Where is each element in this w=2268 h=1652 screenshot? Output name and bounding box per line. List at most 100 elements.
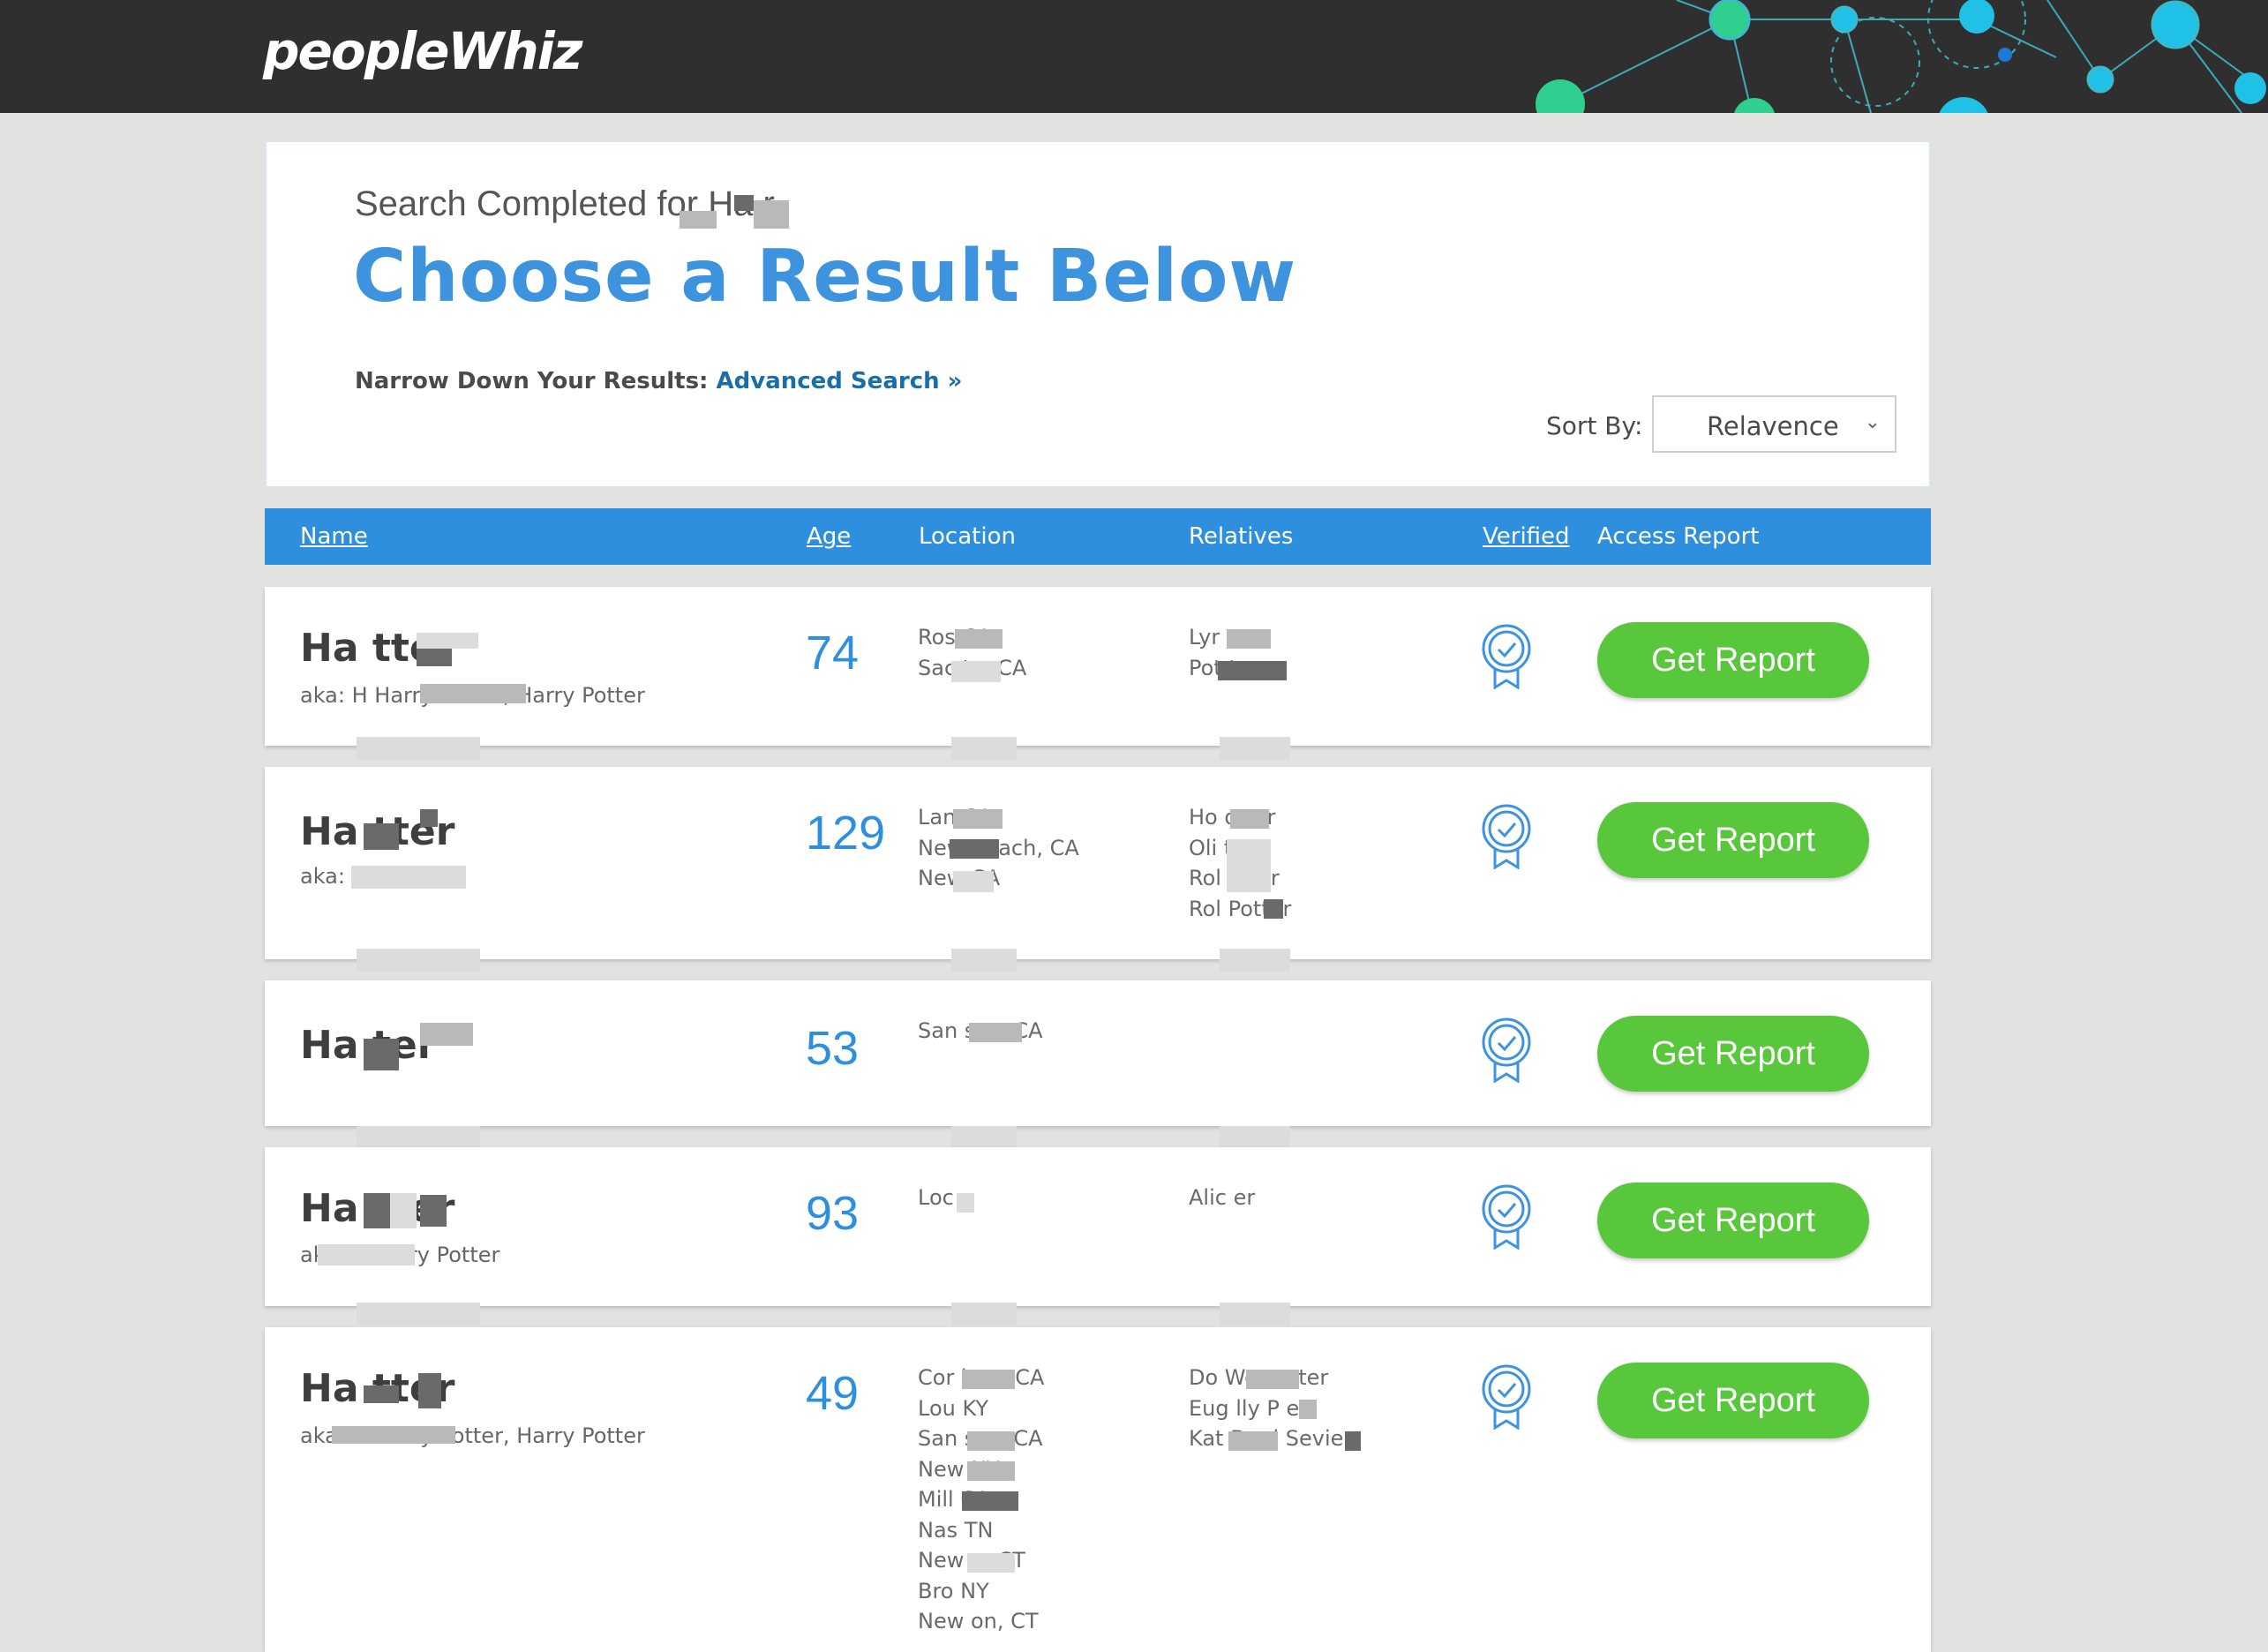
redaction: [364, 1039, 399, 1070]
redaction: [420, 1195, 447, 1227]
redaction: [420, 809, 438, 827]
sort-by-name-link[interactable]: Name: [300, 523, 368, 550]
redaction: [951, 1303, 1017, 1325]
result-row: Ha tter aka: H 129 Lan CA New Beach, CA …: [265, 767, 1931, 972]
redaction: [967, 1553, 1015, 1573]
redaction: [955, 629, 1003, 649]
redaction: [1230, 809, 1269, 829]
get-report-button[interactable]: Get Report: [1597, 1183, 1869, 1258]
redaction: [1228, 1431, 1278, 1451]
brand-logo[interactable]: peopleWhiz: [263, 21, 582, 81]
redaction: [951, 1126, 1017, 1149]
access-report-column-label: Access Report: [1597, 523, 1760, 550]
result-age: 49: [806, 1367, 860, 1420]
verified-ribbon-icon: [1482, 1184, 1531, 1250]
redaction: [962, 1491, 1018, 1511]
result-relatives: Alic er: [1189, 1183, 1255, 1213]
redaction: [754, 200, 789, 229]
verified-ribbon-icon: [1482, 1364, 1531, 1430]
redaction: [420, 1023, 473, 1046]
results-column-header: Name Age Location Relatives Verified Acc…: [265, 508, 1931, 565]
redaction: [953, 871, 994, 892]
redaction: [1218, 661, 1287, 680]
network-decoration-icon: [1536, 0, 2266, 113]
result-age: 93: [806, 1187, 860, 1240]
redaction: [967, 1461, 1015, 1481]
redaction: [418, 1373, 441, 1408]
redaction: [1227, 629, 1271, 649]
location-item: Loc: [918, 1185, 954, 1210]
redaction: [332, 1426, 455, 1444]
relatives-column-label: Relatives: [1189, 523, 1294, 550]
redaction: [357, 1126, 480, 1149]
redaction: [1246, 1370, 1299, 1389]
result-row: Ha tter aka: H Harry Potter, Harry Potte…: [265, 1327, 1931, 1652]
get-report-button[interactable]: Get Report: [1597, 622, 1869, 698]
redaction: [680, 211, 717, 229]
redaction: [951, 661, 1001, 682]
redaction: [969, 1023, 1022, 1042]
top-bar: peopleWhiz: [0, 0, 2268, 113]
result-row: Ha tter aka: H Harry Potter, Harry Potte…: [265, 587, 1931, 760]
redaction: [364, 1385, 399, 1403]
relative-item: Alic er: [1189, 1185, 1256, 1210]
result-age: 74: [806, 627, 860, 680]
location-item: New CA: [918, 866, 1000, 890]
result-age: 129: [806, 807, 886, 860]
redaction: [357, 737, 480, 760]
redaction: [734, 195, 754, 211]
result-locations: Loc: [918, 1183, 954, 1213]
redaction: [951, 949, 1017, 972]
location-item: Nas TN: [918, 1517, 994, 1543]
redaction: [364, 1193, 390, 1228]
redaction: [951, 737, 1017, 760]
redaction: [357, 1303, 480, 1325]
page-title: Choose a Result Below: [353, 235, 1297, 319]
redaction: [1220, 1126, 1290, 1149]
redaction: [417, 633, 478, 649]
redaction: [1220, 949, 1290, 972]
redaction: [318, 1244, 415, 1265]
relative-item: Eug lly P er: [1189, 1395, 1309, 1421]
redaction: [357, 949, 480, 972]
location-item: New on, CT: [918, 1609, 1039, 1633]
redaction: [1264, 899, 1283, 919]
location-item: Bro NY: [918, 1578, 989, 1603]
sort-label: Sort By:: [1546, 411, 1643, 440]
result-row: Ha ter 53 San sco, CA Get Report: [265, 980, 1931, 1149]
redaction: [1220, 737, 1290, 760]
sort-by-age-link[interactable]: Age: [807, 523, 851, 550]
redaction: [1345, 1431, 1361, 1451]
redaction: [1299, 1400, 1317, 1419]
redaction: [950, 839, 999, 859]
result-age: 53: [806, 1022, 860, 1075]
location-item: Lou KY: [918, 1395, 989, 1421]
redaction: [953, 809, 1003, 829]
sort-by-verified-link[interactable]: Verified: [1483, 523, 1570, 550]
redaction: [364, 823, 399, 850]
location-column-label: Location: [919, 523, 1016, 550]
narrow-results: Narrow Down Your Results: Advanced Searc…: [355, 368, 962, 394]
redaction: [967, 1431, 1015, 1451]
redaction: [962, 1370, 1015, 1389]
redaction: [957, 1193, 974, 1213]
search-header-card: Search Completed for Ha r Choose a Resul…: [265, 140, 1931, 488]
redaction: [351, 866, 466, 889]
verified-ribbon-icon: [1482, 624, 1531, 689]
chevron-down-icon: ⌄: [1864, 411, 1881, 433]
redaction: [1227, 839, 1271, 892]
redaction: [1220, 1303, 1290, 1325]
redaction: [420, 684, 526, 703]
get-report-button[interactable]: Get Report: [1597, 802, 1869, 878]
result-row: Ha tter aka: P Harry Potter 93 Loc Alic …: [265, 1147, 1931, 1325]
sort-value: Relavence: [1707, 411, 1839, 441]
narrow-label: Narrow Down Your Results:: [355, 368, 709, 394]
get-report-button[interactable]: Get Report: [1597, 1363, 1869, 1438]
redaction: [390, 1193, 417, 1228]
redaction: [417, 649, 452, 666]
advanced-search-link[interactable]: Advanced Search »: [717, 368, 963, 394]
sort-select[interactable]: Relavence ⌄: [1652, 395, 1896, 453]
verified-ribbon-icon: [1482, 1017, 1531, 1083]
verified-ribbon-icon: [1482, 804, 1531, 869]
get-report-button[interactable]: Get Report: [1597, 1016, 1869, 1092]
